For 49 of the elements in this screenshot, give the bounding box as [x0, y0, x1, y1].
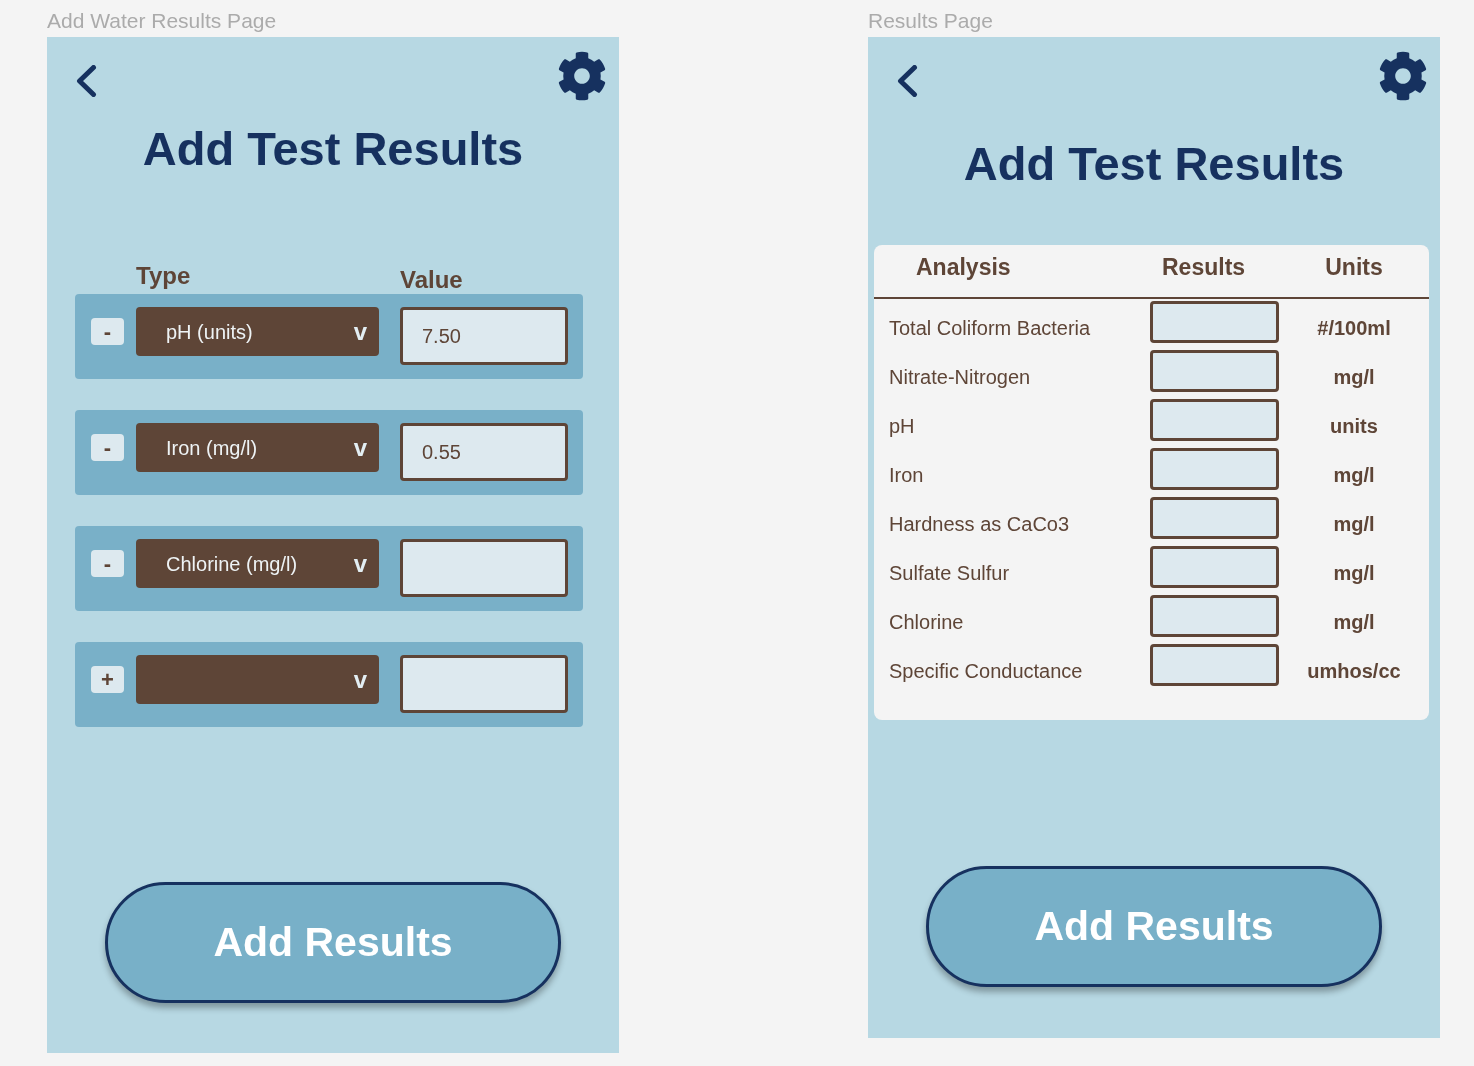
column-header: Type [136, 262, 192, 290]
value-field[interactable]: 0.55 [400, 423, 568, 481]
result-field[interactable] [1150, 301, 1279, 343]
unit-label: mg/l [1333, 610, 1375, 634]
unit-label: units [1330, 414, 1378, 438]
value-field[interactable] [400, 655, 568, 713]
type-dropdown[interactable]: v [136, 655, 379, 704]
page-title: Add Test Results [141, 121, 525, 177]
row-action-button[interactable]: - [91, 550, 124, 577]
unit-label: mg/l [1333, 512, 1375, 536]
unit-label: umhos/cc [1307, 659, 1401, 683]
result-field[interactable] [1150, 497, 1279, 539]
result-field[interactable] [1150, 644, 1279, 686]
page-title: Add Test Results [962, 136, 1346, 192]
row-action-button[interactable]: - [91, 434, 124, 461]
analysis-name: Iron [889, 463, 925, 487]
unit-label: mg/l [1333, 365, 1375, 389]
analysis-name: pH [889, 414, 916, 438]
column-header: Results [1162, 253, 1247, 281]
value-field[interactable] [400, 539, 568, 597]
settings-icon[interactable] [557, 51, 607, 101]
type-dropdown[interactable]: pH (units) v [136, 307, 379, 356]
analysis-name: Chlorine [889, 610, 965, 634]
row-action-button[interactable]: - [91, 318, 124, 345]
unit-label: #/100ml [1317, 316, 1391, 340]
result-field[interactable] [1150, 448, 1279, 490]
analysis-name: Nitrate-Nitrogen [889, 365, 1032, 389]
row-action-button[interactable]: + [91, 666, 124, 693]
analysis-name: Hardness as CaCo3 [889, 512, 1071, 536]
analysis-name: Total Coliform Bacteria [889, 316, 1092, 340]
column-header: Value [400, 266, 463, 294]
type-dropdown[interactable]: Iron (mg/l) v [136, 423, 379, 472]
result-field[interactable] [1150, 399, 1279, 441]
frame-label: Add Water Results Page [47, 8, 278, 34]
back-chevron-icon[interactable] [75, 65, 97, 97]
value-field[interactable]: 7.50 [400, 307, 568, 365]
analysis-name: Specific Conductance [889, 659, 1084, 683]
type-dropdown[interactable]: Chlorine (mg/l) v [136, 539, 379, 588]
column-header: Units [1324, 253, 1384, 281]
frame-label: Results Page [868, 8, 994, 34]
unit-label: mg/l [1333, 463, 1375, 487]
analysis-name: Sulfate Sulfur [889, 561, 1011, 585]
result-field[interactable] [1150, 546, 1279, 588]
back-chevron-icon[interactable] [896, 65, 918, 97]
settings-icon[interactable] [1378, 51, 1428, 101]
result-field[interactable] [1150, 350, 1279, 392]
unit-label: mg/l [1333, 561, 1375, 585]
column-header: Analysis [916, 253, 1012, 281]
result-field[interactable] [1150, 595, 1279, 637]
